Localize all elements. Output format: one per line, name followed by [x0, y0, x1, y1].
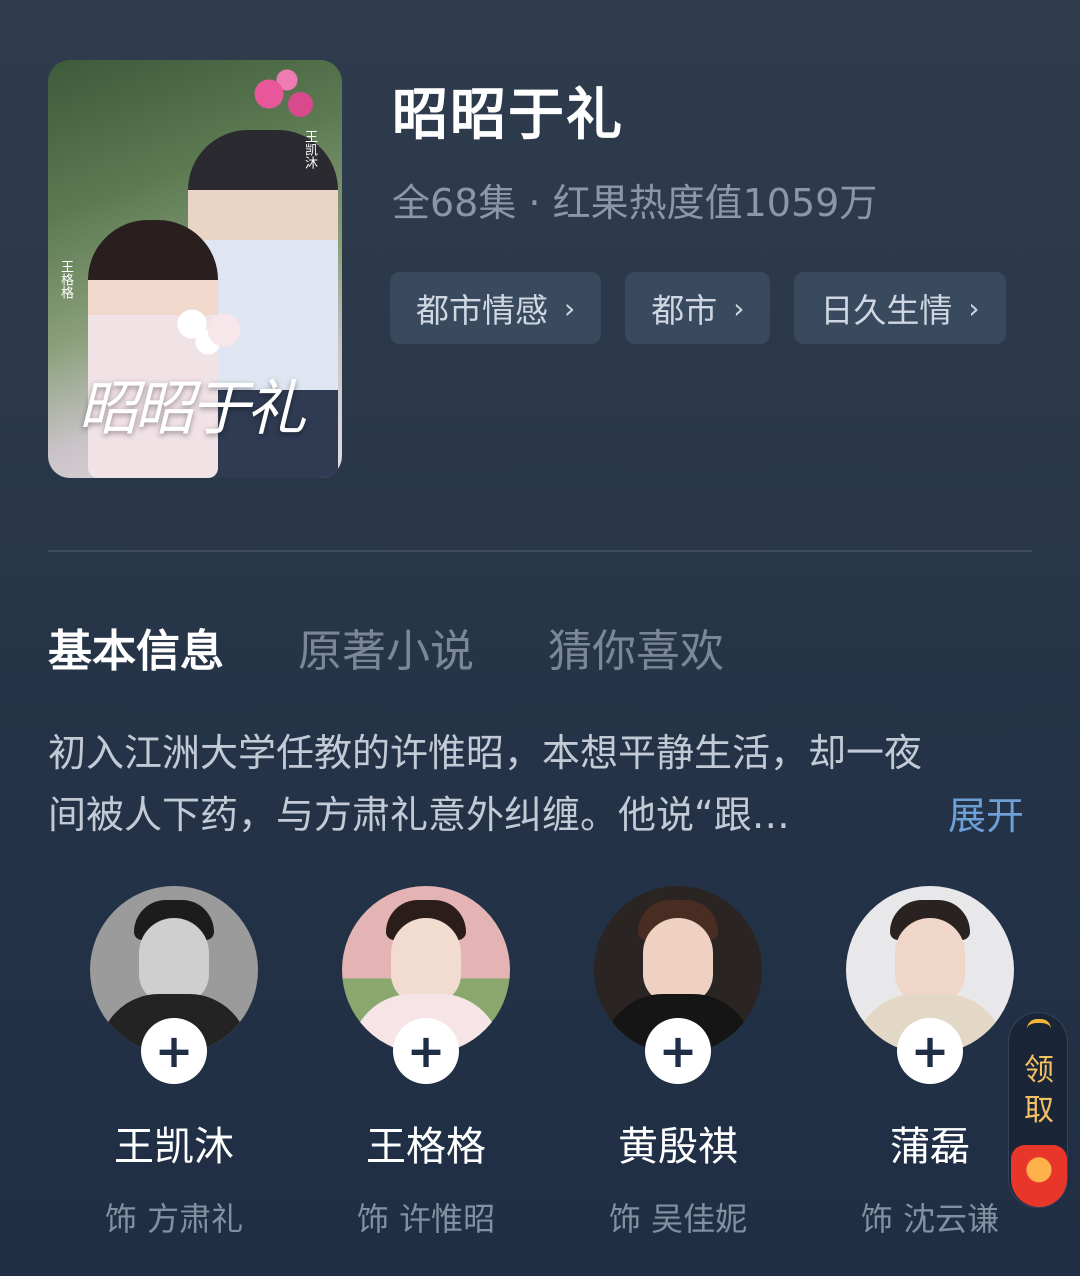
poster-bouquet — [168, 300, 248, 360]
follow-plus-icon[interactable]: + — [645, 1018, 711, 1084]
tag-slow-burn[interactable]: 日久生情 › — [794, 272, 1006, 344]
red-envelope-icon — [1011, 1145, 1067, 1207]
follow-plus-icon[interactable]: + — [393, 1018, 459, 1084]
poster-flowers — [242, 66, 332, 136]
show-poster[interactable]: 王凯沐 王格格 昭昭于礼 — [48, 60, 342, 478]
follow-plus-icon[interactable]: + — [141, 1018, 207, 1084]
cast-role: 饰 吴佳妮 — [608, 1200, 748, 1238]
show-title: 昭昭于礼 — [392, 83, 624, 148]
tab-recommendations[interactable]: 猜你喜欢 — [548, 615, 724, 679]
cast-name: 黄殷祺 — [618, 1124, 738, 1170]
cast-member[interactable]: + 王格格 饰 许惟昭 — [300, 886, 552, 1240]
chevron-right-icon: › — [968, 291, 980, 325]
coin-arc-icon — [1027, 1019, 1051, 1029]
cast-member[interactable]: + 王凯沐 饰 方肃礼 — [48, 886, 300, 1240]
cast-name: 王凯沐 — [114, 1124, 234, 1170]
show-meta: 全68集 · 红果热度值1059万 — [392, 181, 878, 225]
poster-actor-label: 王凯沐 — [302, 130, 317, 169]
synopsis: 初入江洲大学任教的许惟昭，本想平静生活，却一夜 间被人下药，与方肃礼意外纠缠。他… — [48, 722, 1038, 846]
chevron-right-icon: › — [733, 291, 745, 325]
poster-actress-label: 王格格 — [58, 260, 73, 299]
genre-tags: 都市情感 › 都市 › 日久生情 › — [390, 272, 1006, 344]
info-tabs: 基本信息 原著小说 猜你喜欢 — [48, 615, 724, 679]
tag-urban[interactable]: 都市 › — [625, 272, 771, 344]
tag-label: 都市情感 — [416, 291, 548, 330]
section-divider — [48, 550, 1032, 552]
synopsis-line: 间被人下药，与方肃礼意外纠缠。他说“跟… — [48, 793, 790, 837]
claim-label: 领取 — [1024, 1053, 1054, 1128]
tag-label: 都市 — [651, 291, 718, 330]
poster-logo-text: 昭昭于礼 — [78, 374, 306, 444]
tab-basic-info[interactable]: 基本信息 — [48, 615, 224, 679]
follow-plus-icon[interactable]: + — [897, 1018, 963, 1084]
tag-urban-romance[interactable]: 都市情感 › — [390, 272, 602, 344]
synopsis-line: 初入江洲大学任教的许惟昭，本想平静生活，却一夜 — [48, 731, 923, 775]
tag-label: 日久生情 — [820, 291, 953, 330]
claim-reward-badge[interactable]: 领取 — [1008, 1012, 1068, 1208]
chevron-right-icon: › — [564, 291, 576, 325]
tab-original-novel[interactable]: 原著小说 — [298, 615, 474, 679]
cast-role: 饰 方肃礼 — [104, 1200, 244, 1238]
cast-role: 饰 许惟昭 — [356, 1200, 496, 1238]
cast-member[interactable]: + 黄殷祺 饰 吴佳妮 — [552, 886, 804, 1240]
cast-name: 王格格 — [366, 1124, 486, 1170]
expand-synopsis-link[interactable]: 展开 — [948, 785, 1024, 840]
